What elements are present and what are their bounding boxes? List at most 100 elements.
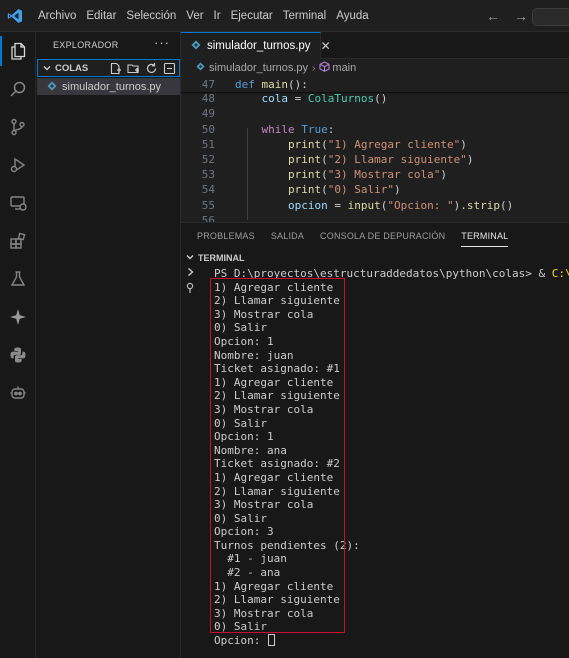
breadcrumb-file[interactable]: simulador_turnos.py	[209, 62, 308, 74]
code-line[interactable]: 51 print("1) Agregar cliente")	[181, 137, 569, 152]
code-text: def main():	[235, 77, 308, 92]
code-token: print	[287, 183, 322, 197]
menu-ayuda[interactable]: Ayuda	[331, 0, 373, 32]
collapse-all-icon[interactable]	[162, 61, 176, 75]
new-file-icon[interactable]	[108, 61, 122, 75]
menu-ir[interactable]: Ir	[209, 0, 226, 32]
menu-ver[interactable]: Ver	[181, 0, 208, 32]
panel-tabs: PROBLEMAS SALIDA CONSOLA DE DEPURACIÓN T…	[181, 223, 569, 249]
terminal[interactable]: PS D:\proyectos\estructuraddedatos\pytho…	[181, 267, 569, 658]
terminal-output-line: 2) Llamar siguiente	[214, 389, 340, 403]
run-debug-icon[interactable]	[0, 146, 36, 184]
code-line[interactable]: 56	[181, 213, 569, 222]
file-row-simulador-turnos[interactable]: simulador_turnos.py	[37, 78, 180, 95]
code-token: (	[321, 168, 328, 182]
code-token: =	[288, 92, 308, 106]
menu-bar: Archivo Editar Selección Ver Ir Ejecutar…	[33, 0, 374, 32]
source-control-icon[interactable]	[0, 108, 36, 146]
line-number: 55	[201, 198, 215, 212]
bottom-panel: PROBLEMAS SALIDA CONSOLA DE DEPURACIÓN T…	[181, 222, 569, 658]
terminal-output-line: #2 - ana	[214, 566, 281, 580]
code-line[interactable]: 53 print("3) Mostrar cola")	[181, 167, 569, 182]
menu-ejecutar[interactable]: Ejecutar	[226, 0, 278, 32]
extensions-icon[interactable]	[0, 222, 36, 260]
code-line[interactable]: 55 opcion = input("Opcion: ").strip()	[181, 198, 569, 213]
line-number: 50	[201, 122, 215, 136]
code-token: ()	[374, 92, 388, 106]
prompt-prefix: PS D:\proyectos\estructuraddedatos\pytho…	[214, 267, 552, 280]
folder-label: COLAS	[55, 62, 89, 74]
code-token: (	[321, 153, 328, 166]
vscode-logo-icon[interactable]	[2, 3, 28, 29]
chevron-down-icon[interactable]	[41, 62, 53, 74]
forward-arrow-icon[interactable]: →	[514, 8, 528, 24]
testing-flask-icon[interactable]	[0, 260, 36, 298]
menu-archivo[interactable]: Archivo	[33, 0, 81, 32]
code-token: print	[287, 168, 322, 182]
code-token: print	[287, 137, 322, 151]
command-decoration-icon[interactable]	[185, 282, 195, 297]
tab-simulador-turnos[interactable]: simulador_turnos.py ✕	[181, 32, 331, 59]
terminal-output-line: 1) Agregar cliente	[214, 579, 334, 593]
line-number: 54	[201, 183, 215, 197]
code-line[interactable]: 54 print("0) Salir")	[181, 182, 569, 197]
close-icon[interactable]: ✕	[321, 39, 331, 53]
terminal-output-line: Ticket asignado: #2	[214, 457, 340, 471]
code-text: while True:	[235, 122, 335, 137]
refresh-icon[interactable]	[144, 61, 158, 75]
terminal-input-line[interactable]: Opcion:	[214, 634, 360, 648]
code-token: ()	[499, 198, 514, 212]
remote-explorer-icon[interactable]	[0, 184, 36, 222]
tab-consola-depuracion[interactable]: CONSOLA DE DEPURACIÓN	[320, 223, 445, 249]
python-icon[interactable]	[0, 336, 36, 374]
symbol-method-icon	[319, 61, 330, 75]
explorer-files-icon[interactable]	[0, 32, 36, 70]
tab-terminal[interactable]: TERMINAL	[461, 223, 509, 249]
code-text: print("1) Agregar cliente")	[235, 137, 467, 152]
chevron-down-icon[interactable]	[185, 252, 195, 264]
explorer-title: EXPLORADOR	[53, 40, 119, 50]
code-token: =	[327, 198, 348, 212]
terminal-output-line: 0) Salir	[214, 620, 267, 634]
tab-label: simulador_turnos.py	[207, 40, 311, 52]
code-token: (	[321, 183, 328, 197]
terminal-output-line: Ticket asignado: #1	[214, 362, 340, 376]
search-icon[interactable]	[0, 70, 36, 108]
menu-terminal[interactable]: Terminal	[278, 0, 331, 32]
back-arrow-icon[interactable]: ←	[486, 8, 500, 24]
terminal-section-header[interactable]: TERMINAL	[181, 251, 569, 265]
copilot-sparkle-icon[interactable]	[0, 298, 36, 336]
code-token: (	[321, 137, 328, 151]
breadcrumb-separator: ›	[312, 62, 316, 74]
code-editor[interactable]: 47 def main(): 48 cola = ColaTurnos() 49 50 …	[181, 77, 569, 222]
code-line[interactable]: 52 print("2) Llamar siguiente")	[181, 152, 569, 167]
terminal-cursor	[267, 634, 275, 647]
new-folder-icon[interactable]	[126, 61, 140, 75]
menu-editar[interactable]: Editar	[81, 0, 121, 32]
tab-problemas[interactable]: PROBLEMAS	[197, 223, 255, 249]
folder-row-colas[interactable]: COLAS	[37, 59, 180, 77]
breadcrumb-symbol[interactable]: main	[332, 62, 356, 74]
explorer-sidebar: EXPLORADOR ··· COLAS simulador_turnos.py	[36, 32, 181, 658]
terminal-output-line: Opcion: 1	[214, 430, 274, 444]
chevron-right-icon[interactable]	[186, 267, 195, 280]
code-token: )	[466, 153, 474, 166]
sticky-scroll-shadow	[181, 92, 569, 94]
terminal-output: 1) Agregar cliente 2) Llamar siguiente 3) …	[214, 281, 360, 648]
menu-seleccion[interactable]: Selección	[121, 0, 181, 32]
code-line[interactable]: 47 def main():	[181, 77, 569, 93]
terminal-output-line: 1) Agregar cliente	[214, 375, 334, 389]
code-token: while	[261, 122, 302, 136]
tab-salida[interactable]: SALIDA	[271, 223, 304, 249]
code-line[interactable]: 49	[181, 106, 569, 121]
code-line[interactable]: 50 while True:	[181, 122, 569, 137]
more-actions-icon[interactable]: ···	[154, 35, 170, 50]
terminal-input-prompt: Opcion:	[214, 634, 267, 648]
terminal-output-line: Nombre: ana	[214, 443, 287, 457]
code-token: "3) Mostrar cola"	[327, 168, 441, 182]
code-token: main	[261, 78, 289, 91]
command-center-search[interactable]	[532, 8, 569, 26]
line-number: 52	[201, 153, 215, 166]
code-token: strip	[466, 198, 500, 212]
account-robot-icon[interactable]	[0, 374, 36, 412]
